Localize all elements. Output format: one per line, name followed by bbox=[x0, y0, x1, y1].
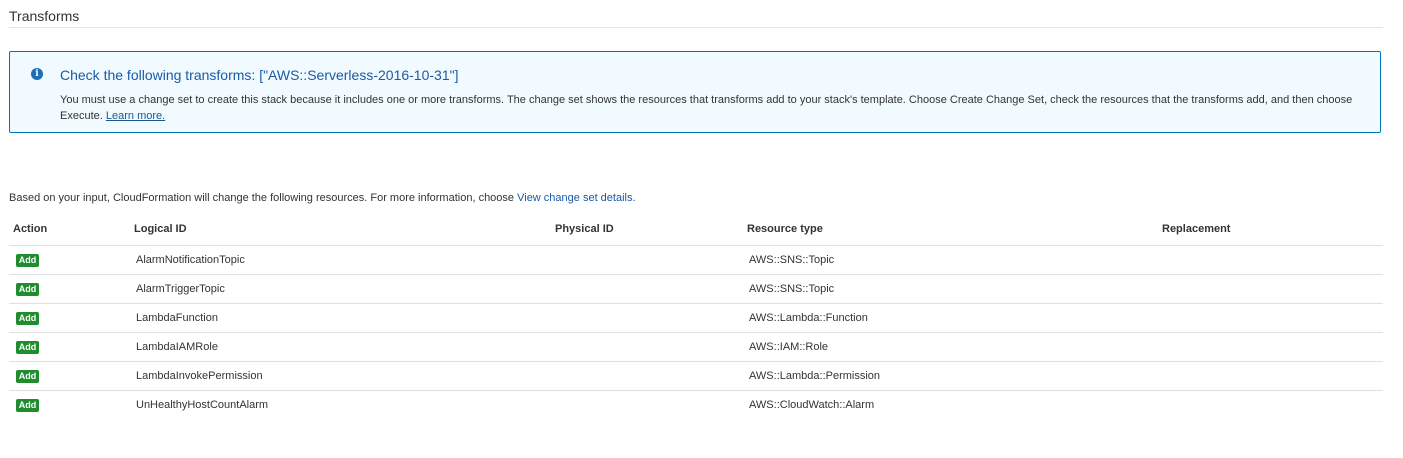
logical-id-cell: LambdaFunction bbox=[136, 312, 218, 324]
logical-id-cell: AlarmNotificationTopic bbox=[136, 254, 245, 266]
resource-type-cell: AWS::SNS::Topic bbox=[749, 254, 835, 266]
table-row: Add LambdaFunction AWS::Lambda::Function bbox=[9, 304, 1383, 333]
change-set-intro: Based on your input, CloudFormation will… bbox=[9, 192, 636, 204]
info-circle-icon: i bbox=[31, 68, 43, 80]
transforms-info-alert: i Check the following transforms: ["AWS:… bbox=[9, 51, 1381, 133]
column-header-replacement[interactable]: Replacement bbox=[1162, 223, 1230, 235]
column-header-action[interactable]: Action bbox=[13, 223, 47, 235]
add-action-badge: Add bbox=[16, 370, 39, 383]
table-row: Add AlarmNotificationTopic AWS::SNS::Top… bbox=[9, 246, 1383, 275]
learn-more-link[interactable]: Learn more. bbox=[106, 110, 165, 122]
section-divider bbox=[9, 27, 1383, 28]
logical-id-cell: LambdaInvokePermission bbox=[136, 370, 263, 382]
section-title: Transforms bbox=[9, 8, 80, 24]
resource-type-cell: AWS::IAM::Role bbox=[749, 341, 829, 353]
add-action-badge: Add bbox=[16, 283, 39, 296]
table-row: Add UnHealthyHostCountAlarm AWS::CloudWa… bbox=[9, 391, 1383, 419]
add-action-badge: Add bbox=[16, 254, 39, 267]
resource-type-cell: AWS::Lambda::Function bbox=[749, 312, 868, 324]
info-body-text: You must use a change set to create this… bbox=[60, 94, 1353, 122]
info-heading: Check the following transforms: ["AWS::S… bbox=[60, 67, 459, 83]
table-row: Add LambdaIAMRole AWS::IAM::Role bbox=[9, 333, 1383, 362]
column-header-resource-type[interactable]: Resource type bbox=[747, 223, 823, 235]
resource-type-cell: AWS::SNS::Topic bbox=[749, 283, 835, 295]
table-header: Action Logical ID Physical ID Resource t… bbox=[9, 215, 1383, 246]
add-action-badge: Add bbox=[16, 341, 39, 354]
add-action-badge: Add bbox=[16, 312, 39, 325]
view-change-set-details-link[interactable]: View change set details. bbox=[517, 192, 635, 204]
column-header-physical-id[interactable]: Physical ID bbox=[555, 223, 614, 235]
transforms-page: Transforms i Check the following transfo… bbox=[0, 0, 1403, 458]
table-row: Add AlarmTriggerTopic AWS::SNS::Topic bbox=[9, 275, 1383, 304]
logical-id-cell: AlarmTriggerTopic bbox=[136, 283, 225, 295]
resource-type-cell: AWS::CloudWatch::Alarm bbox=[749, 399, 875, 411]
changes-table: Action Logical ID Physical ID Resource t… bbox=[9, 215, 1383, 419]
add-action-badge: Add bbox=[16, 399, 39, 412]
logical-id-cell: LambdaIAMRole bbox=[136, 341, 218, 353]
resource-type-cell: AWS::Lambda::Permission bbox=[749, 370, 881, 382]
logical-id-cell: UnHealthyHostCountAlarm bbox=[136, 399, 269, 411]
info-body: You must use a change set to create this… bbox=[60, 92, 1360, 124]
intro-text: Based on your input, CloudFormation will… bbox=[9, 192, 515, 204]
table-row: Add LambdaInvokePermission AWS::Lambda::… bbox=[9, 362, 1383, 391]
column-header-logical-id[interactable]: Logical ID bbox=[134, 223, 187, 235]
